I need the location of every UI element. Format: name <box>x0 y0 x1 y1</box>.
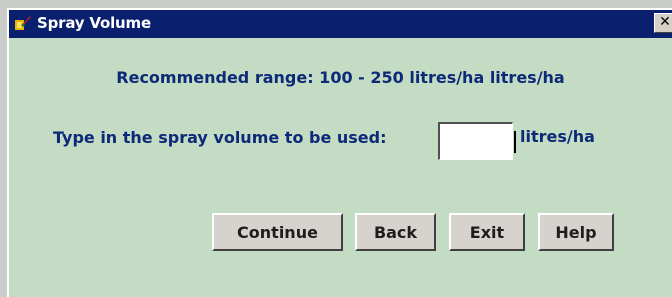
spray-volume-dialog: Spray Volume ✕ Recommended range: 100 - … <box>7 8 672 297</box>
back-button[interactable]: Back <box>355 213 436 251</box>
window-title: Spray Volume <box>37 14 151 32</box>
continue-button[interactable]: Continue <box>212 213 343 251</box>
text-caret <box>514 131 516 153</box>
unit-label: litres/ha <box>520 127 595 146</box>
close-button[interactable]: ✕ <box>654 13 672 33</box>
spray-volume-input[interactable] <box>438 122 513 160</box>
spray-volume-prompt: Type in the spray volume to be used: <box>53 128 387 147</box>
recommended-range-text: Recommended range: 100 - 250 litres/ha l… <box>116 68 565 87</box>
exit-button[interactable]: Exit <box>449 213 525 251</box>
help-button[interactable]: Help <box>538 213 614 251</box>
title-bar: Spray Volume ✕ <box>9 10 672 38</box>
paint-brush-icon <box>14 14 32 32</box>
